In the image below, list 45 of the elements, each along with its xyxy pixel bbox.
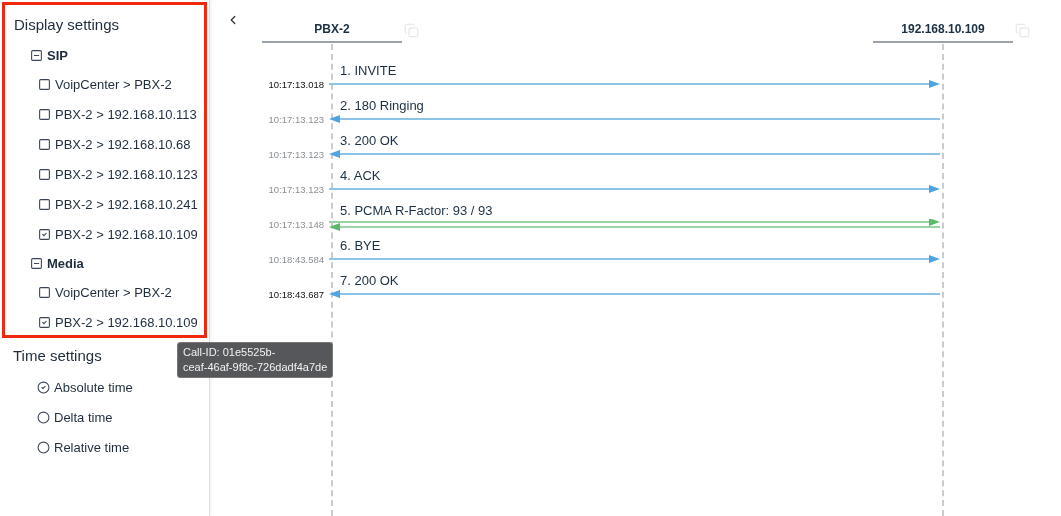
checkbox[interactable] bbox=[38, 197, 51, 211]
radio-label[interactable]: Delta time bbox=[54, 409, 113, 425]
collapse-icon[interactable] bbox=[30, 48, 43, 62]
section-title: Time settings bbox=[13, 346, 102, 366]
participant-header: PBX-2 bbox=[262, 22, 402, 43]
message-label: 5. PCMA R-Factor: 93 / 93 bbox=[339, 202, 493, 219]
timestamp: 10:18:43.584 bbox=[267, 255, 325, 265]
radio-button[interactable] bbox=[37, 440, 50, 454]
message-label: 2. 180 Ringing bbox=[339, 97, 424, 114]
checkbox-label[interactable]: PBX-2 > 192.168.10.109 bbox=[55, 314, 198, 330]
tooltip: Call-ID: 01e5525b- ceaf-46af-9f8c-726dadf4a7de bbox=[177, 342, 334, 378]
message-label: 7. 200 OK bbox=[339, 272, 399, 289]
group-label: Media bbox=[47, 255, 84, 271]
checkbox[interactable] bbox=[38, 107, 51, 121]
checkbox[interactable] bbox=[38, 167, 51, 181]
timestamp: 10:17:13.123 bbox=[267, 185, 325, 195]
radio-button[interactable] bbox=[37, 380, 50, 394]
checkbox[interactable] bbox=[38, 137, 51, 151]
participant-header: 192.168.10.109 bbox=[873, 22, 1013, 43]
timestamp: 10:17:13.018 bbox=[267, 80, 325, 90]
checkbox-label[interactable]: VoipCenter > PBX-2 bbox=[55, 76, 172, 92]
checkbox-label[interactable]: PBX-2 > 192.168.10.123 bbox=[55, 166, 198, 182]
checkbox[interactable] bbox=[38, 285, 51, 299]
radio-button[interactable] bbox=[37, 410, 50, 424]
checkbox-label[interactable]: PBX-2 > 192.168.10.113 bbox=[55, 106, 197, 122]
checkbox[interactable] bbox=[38, 227, 51, 241]
message-label: 6. BYE bbox=[339, 237, 381, 254]
message-label: 1. INVITE bbox=[339, 62, 397, 79]
section-title: Display settings bbox=[14, 15, 120, 35]
timestamp: 10:17:13.123 bbox=[267, 150, 325, 160]
message-label: 4. ACK bbox=[339, 167, 381, 184]
timestamp: 10:18:43.687 bbox=[267, 290, 325, 300]
checkbox-label[interactable]: PBX-2 > 192.168.10.109 bbox=[55, 226, 198, 242]
checkbox[interactable] bbox=[38, 315, 51, 329]
checkbox[interactable] bbox=[38, 77, 51, 91]
checkbox-label[interactable]: PBX-2 > 192.168.10.68 bbox=[55, 136, 191, 152]
collapse-icon[interactable] bbox=[30, 256, 43, 270]
checkbox-label[interactable]: VoipCenter > PBX-2 bbox=[55, 284, 172, 300]
radio-label[interactable]: Relative time bbox=[54, 439, 130, 455]
checkbox-label[interactable]: PBX-2 > 192.168.10.241 bbox=[55, 196, 198, 212]
radio-label[interactable]: Absolute time bbox=[54, 379, 133, 395]
timestamp: 10:17:13.148 bbox=[267, 220, 325, 230]
group-label: SIP bbox=[47, 47, 68, 63]
timestamp: 10:17:13.123 bbox=[267, 115, 325, 125]
message-label: 3. 200 OK bbox=[339, 132, 399, 149]
